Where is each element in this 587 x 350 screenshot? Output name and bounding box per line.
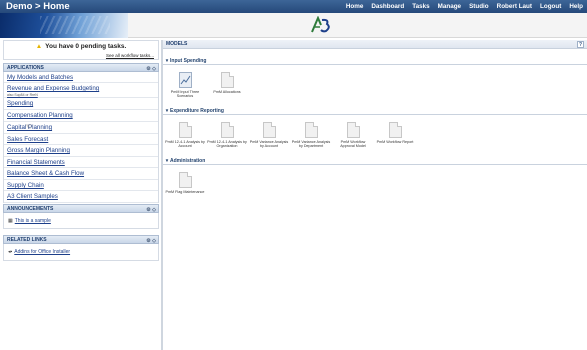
nav-help[interactable]: Help [569, 0, 583, 13]
section-expenditure-reporting[interactable]: ▼Expenditure Reporting [163, 106, 587, 115]
section-administration[interactable]: ▼Administration [163, 156, 587, 165]
model-tile-label: PmM Allocations [213, 90, 241, 94]
doc-icon [388, 122, 402, 138]
app-client-samples[interactable]: A3 Client Samples [4, 191, 158, 203]
models-panel: MODELS ? ▼Input Spending PmM Input Three… [162, 40, 587, 350]
model-tile[interactable]: PmM Variance Analysis by Department [291, 122, 331, 149]
banner [0, 13, 587, 38]
model-tile-label: PmM 12-4-1 Analysis by Organization [207, 140, 247, 149]
doc-icon [304, 122, 318, 138]
doc-icon [178, 122, 192, 138]
related-links-title: RELATED LINKS [7, 237, 47, 243]
pending-tasks-box: ▲ You have 0 pending tasks. See all workf… [3, 40, 159, 60]
banner-image [0, 13, 128, 38]
left-column: ▲ You have 0 pending tasks. See all workf… [3, 40, 159, 261]
nav-manage[interactable]: Manage [438, 0, 461, 13]
announcements-body: ▦ This is a sample [3, 213, 159, 229]
doc-icon [220, 122, 234, 138]
app-revenue-expense[interactable]: Revenue and Expense Budgeting also Sup84 … [4, 83, 158, 98]
model-tile[interactable]: PmM Workflow Approval Model [333, 122, 373, 149]
app-balance-sheet[interactable]: Balance Sheet & Cash Flow [4, 168, 158, 180]
top-bar: Demo > Home Home Dashboard Tasks Manage … [0, 0, 587, 13]
app-gross-margin[interactable]: Gross Margin Planning [4, 145, 158, 157]
pending-tasks-message: You have 0 pending tasks. [45, 43, 127, 50]
mouse-cursor-icon: ☜ [25, 122, 33, 131]
announcements-title: ANNOUNCEMENTS [7, 206, 54, 212]
model-tile[interactable]: PmM Variance Analysis by Account [249, 122, 289, 149]
model-tile[interactable]: PmM Workflow Report [375, 122, 415, 144]
nav-studio[interactable]: Studio [469, 0, 489, 13]
model-tile-label: PmM Variance Analysis by Department [291, 140, 331, 149]
section-input-spending[interactable]: ▼Input Spending [163, 56, 587, 65]
app-spending[interactable]: Spending [4, 98, 158, 110]
model-tile-label: PmM Variance Analysis by Account [249, 140, 289, 149]
doc-icon [262, 122, 276, 138]
model-tile[interactable]: PmM Flag Maintenance [165, 172, 205, 194]
calendar-icon: ▦ [8, 218, 13, 224]
model-tile-label: PmM Input Three Scenarios [170, 90, 200, 99]
announcement-link[interactable]: This is a sample [15, 218, 51, 224]
a3-logo [310, 16, 332, 34]
app-financial-statements[interactable]: Financial Statements [4, 157, 158, 168]
addins-installer-link[interactable]: Addins for Office Installer [14, 249, 70, 255]
app-my-models[interactable]: My Models and Batches [4, 72, 158, 83]
announcements-header: ANNOUNCEMENTS ⚙ ◇ [3, 204, 159, 213]
doc-icon [346, 122, 360, 138]
nav-logout[interactable]: Logout [540, 0, 561, 13]
nav-user[interactable]: Robert Laut [497, 0, 532, 13]
app-sales-forecast[interactable]: Sales Forecast [4, 134, 158, 145]
nav-home[interactable]: Home [346, 0, 364, 13]
doc-icon [220, 72, 234, 88]
models-title: MODELS [166, 41, 188, 47]
model-tile[interactable]: PmM 12-4-1 Analysis by Organization [207, 122, 247, 149]
see-all-tasks-link[interactable]: See all workflow tasks... [106, 53, 154, 58]
model-tile-label: PmM Workflow Approval Model [340, 140, 366, 149]
related-links-body: ◂▪ Addins for Office Installer [3, 244, 159, 261]
applications-title: APPLICATIONS [7, 65, 44, 71]
doc-icon [178, 172, 192, 188]
related-links-header: RELATED LINKS ⚙ ◇ [3, 235, 159, 244]
model-tile[interactable]: PmM Input Three Scenarios [165, 72, 205, 99]
applications-header: APPLICATIONS ⚙ ◇ [3, 63, 159, 72]
section-title: Input Spending [170, 58, 207, 64]
chart-doc-icon [178, 72, 192, 88]
breadcrumb-title: Demo > Home [6, 1, 70, 12]
model-tile-label: PmM 12-4-1 Analysis by Account [165, 140, 205, 149]
nav-dashboard[interactable]: Dashboard [371, 0, 404, 13]
model-tile[interactable]: PmM 12-4-1 Analysis by Account [165, 122, 205, 149]
app-compensation-planning[interactable]: Compensation Planning [4, 110, 158, 122]
top-nav: Home Dashboard Tasks Manage Studio Rober… [346, 0, 583, 13]
model-tile[interactable]: PmM Allocations [207, 72, 247, 94]
nav-tasks[interactable]: Tasks [412, 0, 429, 13]
section-title: Administration [170, 158, 206, 164]
model-tile-label: PmM Flag Maintenance [165, 190, 205, 194]
applications-list: My Models and Batches Revenue and Expens… [3, 72, 159, 203]
app-supply-chain[interactable]: Supply Chain [4, 180, 158, 191]
section-title: Expenditure Reporting [170, 108, 224, 114]
model-tile-label: PmM Workflow Report [376, 140, 414, 144]
link-icon: ◂▪ [8, 249, 13, 255]
warning-icon: ▲ [35, 43, 43, 50]
help-icon[interactable]: ? [577, 41, 584, 48]
models-header: MODELS ? [163, 40, 587, 49]
